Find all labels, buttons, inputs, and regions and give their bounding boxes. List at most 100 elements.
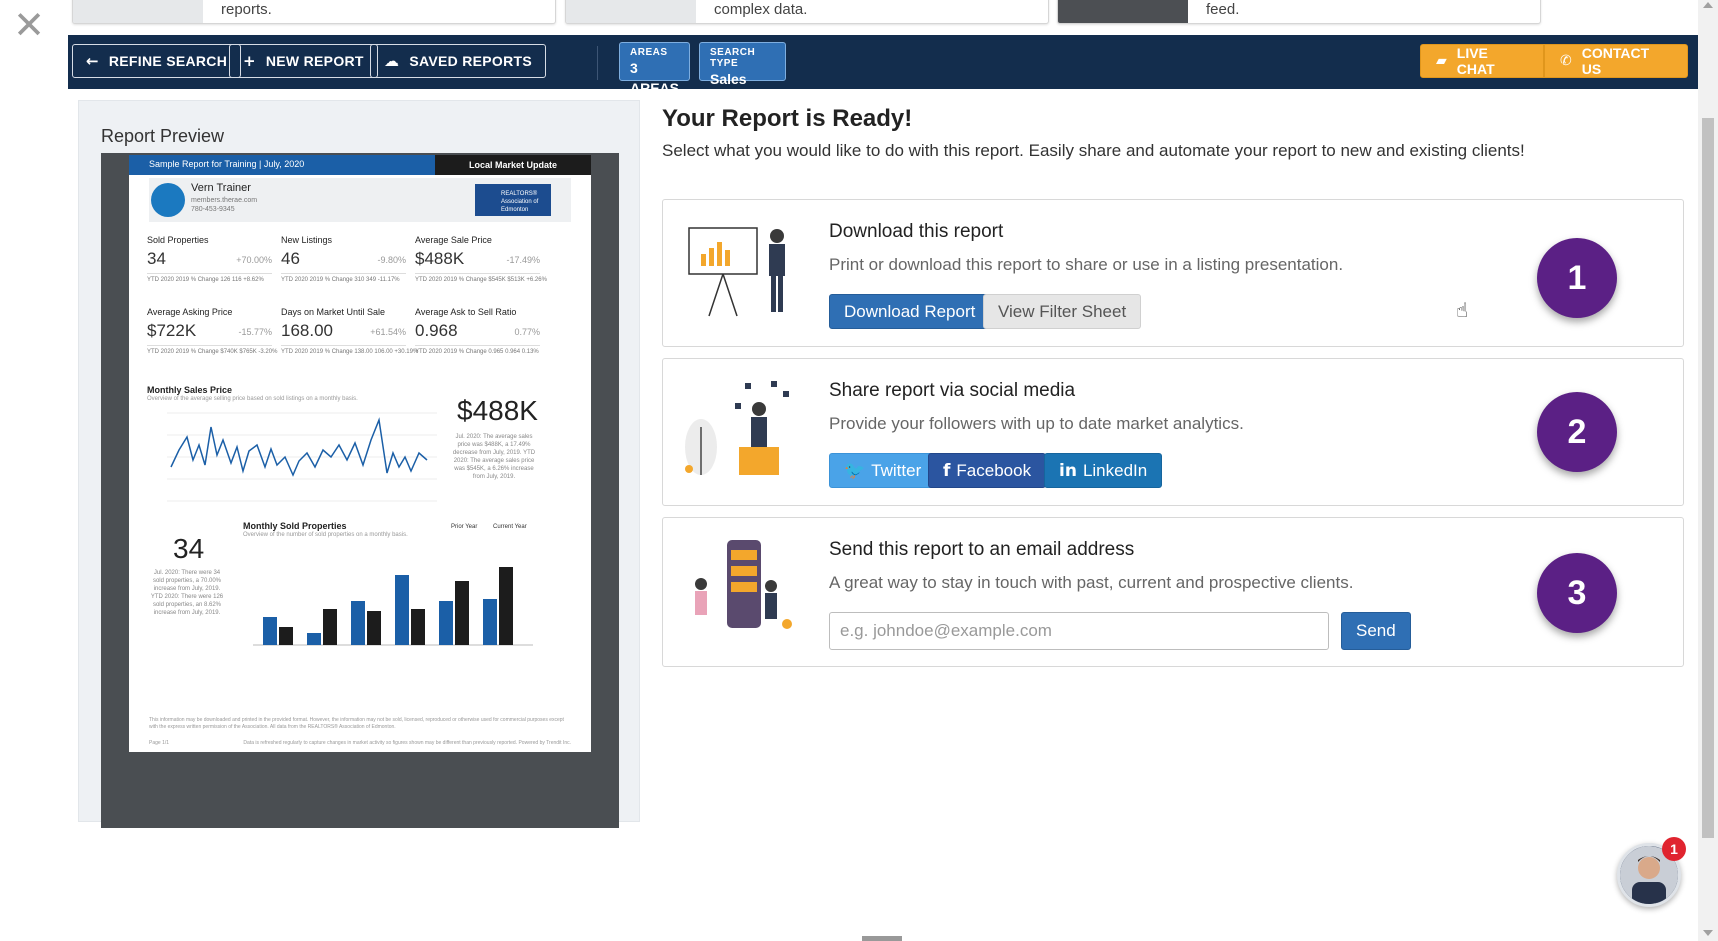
twitter-icon: 🐦 [844,460,866,481]
scroll-up-arrow-icon[interactable] [1703,2,1713,8]
step-badge-1: 1 [1537,238,1617,318]
document-header: Sample Report for Training | July, 2020 … [129,155,591,175]
areas-value: 3 AREAS [630,60,680,96]
report-toolbar: ← REFINE SEARCH + NEW REPORT ☁ SAVED REP… [68,35,1698,96]
presentation-illustration [688,227,785,317]
stat-sub: YTD 2020 2019 % Change $740K $765K -3.20… [147,345,277,357]
agent-name: Vern Trainer [191,182,251,194]
legend-prior-year: Prior Year [451,524,478,530]
stat-label: New Listings [281,235,333,245]
report-preview-frame[interactable]: Sample Report for Training | July, 2020 … [101,153,619,828]
download-card-title: Download this report [829,221,1004,242]
stat-value: $488K [415,249,465,268]
bottom-drag-handle[interactable] [862,936,902,941]
stat-change: 0.77% [514,327,540,337]
report-document: Sample Report for Training | July, 2020 … [129,155,591,752]
facebook-icon: f [943,460,951,481]
search-type-filter-pill[interactable]: SEARCH TYPE Sales [699,42,786,87]
agent-site: members.therae.com [191,197,258,204]
view-filter-sheet-button[interactable]: View Filter Sheet [983,294,1142,329]
monthly-sold-title: Monthly Sold Properties [243,521,347,531]
live-chat-label: LIVE CHAT [1456,45,1495,77]
stat-sub: YTD 2020 2019 % Change 0.965 0.964 0.13% [415,345,540,357]
stat-label: Average Ask to Sell Ratio [415,307,517,317]
download-report-button[interactable]: Download Report [829,294,991,329]
twitter-share-button[interactable]: 🐦 Twitter [829,453,937,488]
big-price-note: Jul. 2020: The average sales price was $… [452,434,536,480]
top-card-text: complex data. [714,1,808,18]
linkedin-icon: in [1059,460,1077,481]
close-icon[interactable]: ✕ [10,6,48,44]
agent-phone: 780-453-9345 [191,206,235,213]
stat-sub: YTD 2020 2019 % Change 126 116 +8.62% [147,273,272,285]
email-card-description: A great way to stay in touch with past, … [829,573,1354,592]
document-footer-text: This information may be downloaded and p… [149,717,564,730]
agent-logo [151,183,185,217]
stat-block: New Listings 46 -9.80% YTD 2020 2019 % C… [281,235,406,297]
email-card: Send this report to an email address A g… [662,517,1684,667]
stat-sub: YTD 2020 2019 % Change $545K $513K +6.26… [415,273,547,285]
stat-label: Average Asking Price [147,307,233,317]
download-card: Download this report Print or download t… [662,199,1684,347]
stat-value: 34 [147,249,166,268]
arrow-left-icon: ← [86,52,99,70]
top-card-text: reports. [221,1,272,18]
big-sold-value: 34 [173,533,205,564]
share-card-description: Provide your followers with up to date m… [829,414,1244,433]
step-badge-2: 2 [1537,392,1617,472]
new-report-label: NEW REPORT [265,53,364,69]
plus-icon: + [243,52,256,70]
realtors-logo: REALTORS® Association of Edmonton [475,184,551,216]
monthly-price-line-chart [167,412,437,502]
top-card[interactable]: feed. [1057,0,1541,24]
scroll-down-arrow-icon[interactable] [1703,930,1713,936]
page-scrollbar[interactable] [1698,0,1718,941]
monthly-sold-bar-chart [253,567,533,646]
card-thumbnail [566,0,696,23]
top-card-text: feed. [1206,1,1240,18]
live-chat-button[interactable]: ▰ LIVE CHAT [1420,44,1544,78]
saved-reports-button[interactable]: ☁ SAVED REPORTS [370,44,546,78]
chat-bubble-icon: ▰ [1436,53,1447,69]
left-gutter: ✕ [0,0,68,941]
email-illustration [695,540,792,629]
new-report-button[interactable]: + NEW REPORT [229,44,378,78]
stat-label: Average Sale Price [415,235,492,245]
top-card[interactable]: reports. [72,0,556,24]
report-preview-panel: Report Preview Sample Report for Trainin… [78,100,640,828]
send-email-button[interactable]: Send [1341,612,1411,650]
big-price-value: $488K [457,395,538,426]
share-card: Share report via social media Provide yo… [662,358,1684,506]
stat-block: Average Ask to Sell Ratio 0.968 0.77% YT… [415,307,540,369]
report-preview-title: Report Preview [101,126,225,146]
document-header-tag: Local Market Update [435,155,591,175]
areas-filter-pill[interactable]: AREAS 3 AREAS [619,42,690,96]
phone-icon: ✆ [1560,53,1572,69]
top-cards-strip: reports. complex data. feed. [68,0,1698,35]
stat-value: $722K [147,321,197,340]
contact-us-button[interactable]: ✆ CONTACT US [1544,44,1688,78]
email-input[interactable] [829,612,1329,650]
saved-reports-label: SAVED REPORTS [409,53,532,69]
contact-us-label: CONTACT US [1581,45,1650,77]
top-card[interactable]: complex data. [565,0,1049,24]
scroll-thumb[interactable] [1702,118,1714,838]
hand-cursor-icon: ☝ [1456,298,1469,322]
agent-strip: Vern Trainer members.therae.com 780-453-… [149,178,571,222]
document-page-note: Data is refreshed regularly to capture c… [243,740,571,746]
toolbar-divider [597,46,598,80]
chat-notification-badge: 1 [1662,837,1686,861]
refine-search-button[interactable]: ← REFINE SEARCH [72,44,242,78]
cloud-upload-icon: ☁ [384,52,400,70]
stat-sub: YTD 2020 2019 % Change 310 349 -11.17% [281,273,406,285]
stat-change: +61.54% [370,327,406,337]
monthly-sold-subtitle: Overview of the number of sold propertie… [243,532,408,538]
stat-change: -15.77% [238,327,272,337]
facebook-share-button[interactable]: f Facebook [928,453,1047,488]
stat-block: Average Sale Price $488K -17.49% YTD 202… [415,235,547,297]
document-page-label: Page 1/1 [149,740,170,746]
step-badge-3: 3 [1537,553,1617,633]
linkedin-share-button[interactable]: in LinkedIn [1044,453,1163,488]
twitter-label: Twitter [871,460,922,480]
stat-value: 0.968 [415,321,458,340]
